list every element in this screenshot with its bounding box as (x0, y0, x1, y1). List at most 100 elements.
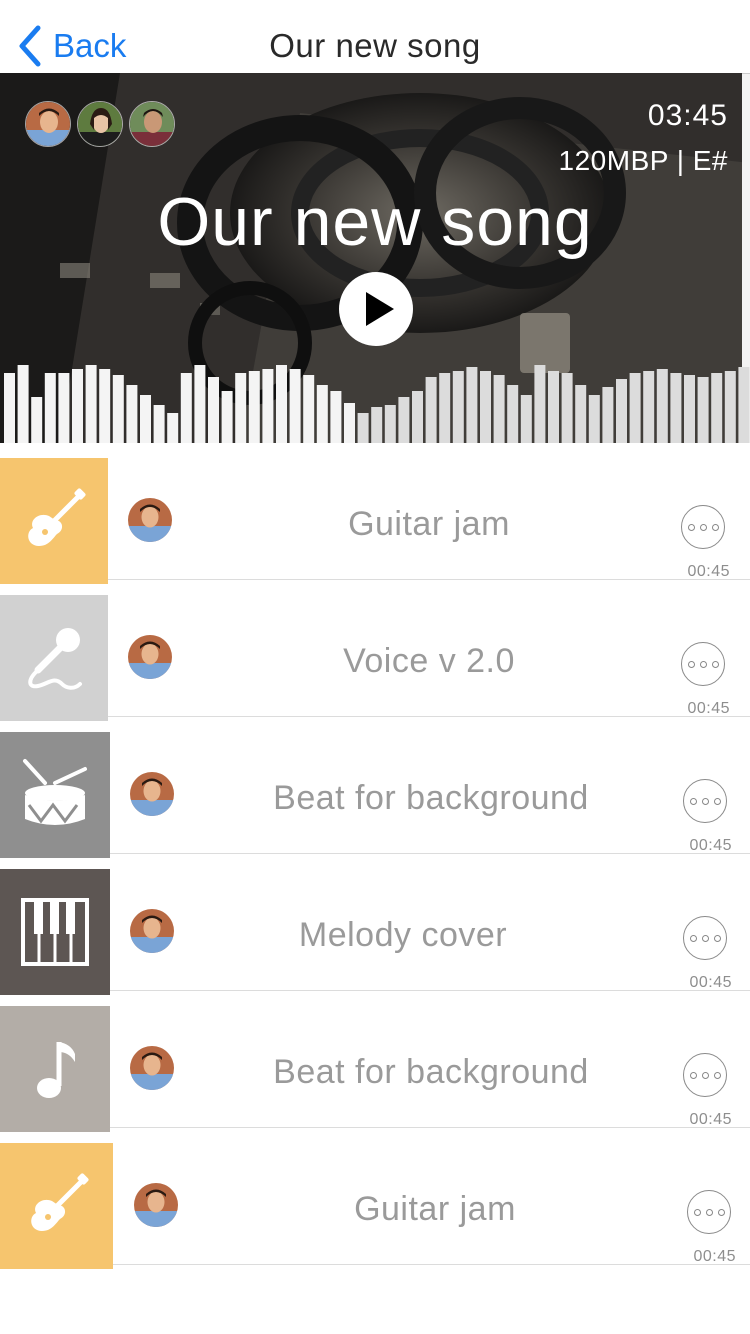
more-options-button[interactable] (683, 916, 727, 960)
ellipsis-dot-icon (711, 660, 719, 668)
ellipsis-dot-icon (687, 660, 695, 668)
song-hero: 03:45 120MBP | E# Our new song (0, 73, 750, 443)
ellipsis-dot-icon (689, 797, 697, 805)
track-title: Voice v 2.0 (343, 642, 515, 680)
ellipsis-dot-icon (701, 1071, 709, 1079)
waveform-bar (194, 365, 206, 443)
waveform-bar (303, 375, 315, 443)
track-duration: 00:45 (693, 1248, 736, 1265)
track-thumbnail (0, 1143, 113, 1269)
track-title: Guitar jam (354, 1190, 516, 1228)
list-item[interactable]: Guitar jam 00:45 (0, 443, 750, 584)
waveform-bar (670, 373, 682, 443)
waveform-bar (167, 413, 179, 443)
waveform-bar (357, 413, 369, 443)
waveform[interactable] (0, 353, 750, 443)
waveform-bar (643, 371, 655, 443)
play-icon (366, 292, 394, 326)
waveform-bar (180, 373, 192, 443)
waveform-bar (316, 385, 328, 443)
waveform-bar (616, 379, 627, 443)
more-options-button[interactable] (687, 1190, 731, 1234)
microphone-icon (28, 628, 82, 690)
waveform-bar (629, 373, 641, 443)
waveform-bar (126, 385, 138, 443)
waveform-bar (276, 365, 287, 443)
track-title: Beat for background (273, 779, 589, 817)
ellipsis-dot-icon (717, 1208, 725, 1216)
collaborator-avatars (25, 101, 175, 147)
waveform-bar (221, 391, 233, 443)
track-title: Beat for background (273, 1053, 589, 1091)
waveform-bar (140, 395, 151, 443)
waveform-bar (17, 365, 29, 443)
waveform-bar (235, 373, 247, 443)
ellipsis-dot-icon (699, 523, 707, 531)
waveform-bar (697, 377, 709, 443)
more-options-button[interactable] (683, 779, 727, 823)
ellipsis-dot-icon (701, 797, 709, 805)
list-item[interactable]: Melody cover 00:45 (0, 854, 750, 995)
waveform-bar (31, 397, 43, 443)
track-thumbnail (0, 458, 108, 584)
waveform-bar (330, 391, 342, 443)
track-thumbnail (0, 732, 110, 858)
waveform-bar (398, 397, 410, 443)
more-options-button[interactable] (683, 1053, 727, 1097)
waveform-bar (208, 377, 219, 443)
waveform-bar (684, 375, 695, 443)
track-duration: 00:45 (687, 700, 730, 717)
more-options-button[interactable] (681, 505, 725, 549)
list-item[interactable]: Guitar jam 00:45 (0, 1128, 750, 1269)
ellipsis-dot-icon (705, 1208, 713, 1216)
navigation-bar: Back Our new song (0, 0, 750, 73)
ellipsis-dot-icon (689, 934, 697, 942)
waveform-bar (44, 373, 56, 443)
page-title: Our new song (269, 27, 481, 64)
avatar[interactable] (25, 101, 71, 147)
list-item[interactable]: Voice v 2.0 00:45 (0, 580, 750, 721)
waveform-bar (58, 373, 70, 443)
track-thumbnail (0, 595, 108, 721)
track-duration: 00:45 (689, 837, 732, 854)
waveform-bar (344, 403, 355, 443)
song-duration: 03:45 (647, 99, 728, 132)
track-title: Melody cover (298, 916, 508, 954)
ellipsis-dot-icon (699, 660, 707, 668)
avatar[interactable] (129, 101, 175, 147)
song-title: Our new song (157, 184, 593, 260)
ellipsis-dot-icon (693, 1208, 701, 1216)
track-duration: 00:45 (689, 1111, 732, 1128)
list-item[interactable]: Beat for background 00:45 (0, 717, 750, 858)
waveform-bar (452, 371, 464, 443)
music-note-icon (37, 1042, 75, 1098)
waveform-bar (738, 367, 750, 443)
waveform-bar (412, 391, 423, 443)
track-duration: 00:45 (687, 563, 730, 580)
waveform-bar (534, 365, 546, 443)
waveform-bar (656, 369, 668, 443)
waveform-bar (575, 385, 587, 443)
play-button[interactable] (339, 272, 413, 346)
waveform-bar (153, 405, 165, 443)
ellipsis-dot-icon (713, 934, 721, 942)
waveform-bar (724, 371, 736, 443)
song-tempo-key: 120MBP | E# (558, 145, 728, 176)
waveform-bar (466, 367, 478, 443)
waveform-bar (248, 371, 260, 443)
avatar[interactable] (77, 101, 123, 147)
ellipsis-dot-icon (713, 797, 721, 805)
list-item[interactable]: Beat for background 00:45 (0, 991, 750, 1132)
waveform-bar (4, 373, 15, 443)
waveform-bar (548, 371, 559, 443)
guitar-icon (30, 1173, 89, 1231)
waveform-bar (112, 375, 124, 443)
waveform-bar (711, 373, 723, 443)
ellipsis-dot-icon (713, 1071, 721, 1079)
guitar-icon (28, 488, 86, 546)
waveform-bar (289, 369, 301, 443)
waveform-bar (371, 407, 383, 443)
waveform-bar (507, 385, 519, 443)
ellipsis-dot-icon (687, 523, 695, 531)
more-options-button[interactable] (681, 642, 725, 686)
